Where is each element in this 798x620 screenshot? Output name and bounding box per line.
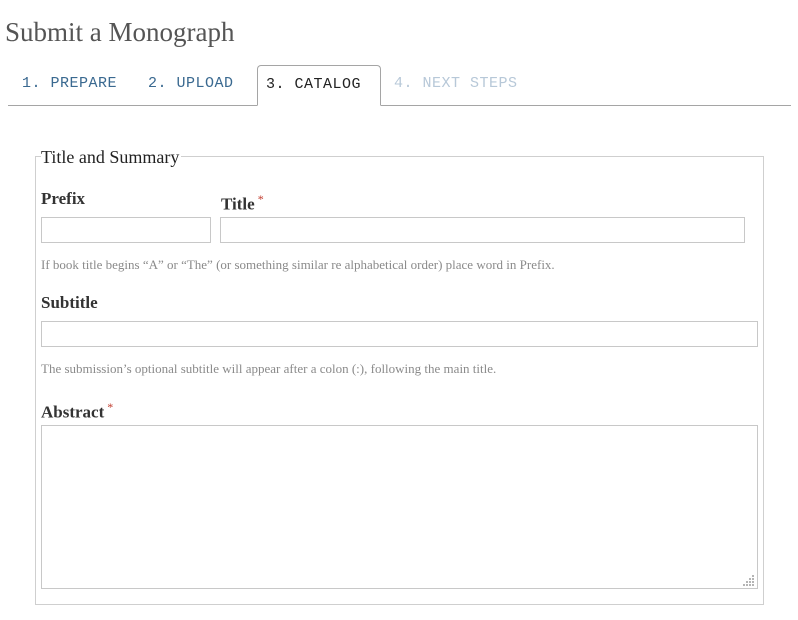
title-input[interactable] — [220, 217, 745, 243]
resize-grip-icon[interactable] — [743, 574, 755, 586]
title-label-text: Title — [221, 194, 255, 214]
abstract-label: Abstract * — [41, 397, 113, 423]
abstract-label-text: Abstract — [41, 402, 105, 422]
subtitle-label: Subtitle — [41, 293, 98, 313]
prefix-help-text: If book title begins “A” or “The” (or so… — [41, 257, 555, 272]
wizard-tabs: 1. PREPARE 2. UPLOAD 3. CATALOG 4. NEXT … — [8, 65, 791, 106]
tab-upload[interactable]: 2. UPLOAD — [142, 65, 240, 104]
tab-prepare[interactable]: 1. PREPARE — [16, 65, 123, 104]
abstract-textarea[interactable] — [41, 425, 758, 589]
prefix-input[interactable] — [41, 217, 211, 243]
tab-next-steps: 4. NEXT STEPS — [394, 75, 518, 92]
fieldset-legend: Title and Summary — [41, 146, 182, 168]
subtitle-label-text: Subtitle — [41, 293, 98, 312]
prefix-label: Prefix — [41, 189, 85, 209]
required-marker: * — [107, 400, 114, 414]
tab-catalog[interactable]: 3. CATALOG — [257, 65, 381, 106]
required-marker: * — [257, 192, 264, 206]
page-title: Submit a Monograph — [5, 17, 235, 47]
subtitle-help-text: The submission’s optional subtitle will … — [41, 361, 497, 376]
title-label: Title * — [221, 189, 264, 215]
prefix-label-text: Prefix — [41, 189, 86, 208]
subtitle-input[interactable] — [41, 321, 758, 347]
